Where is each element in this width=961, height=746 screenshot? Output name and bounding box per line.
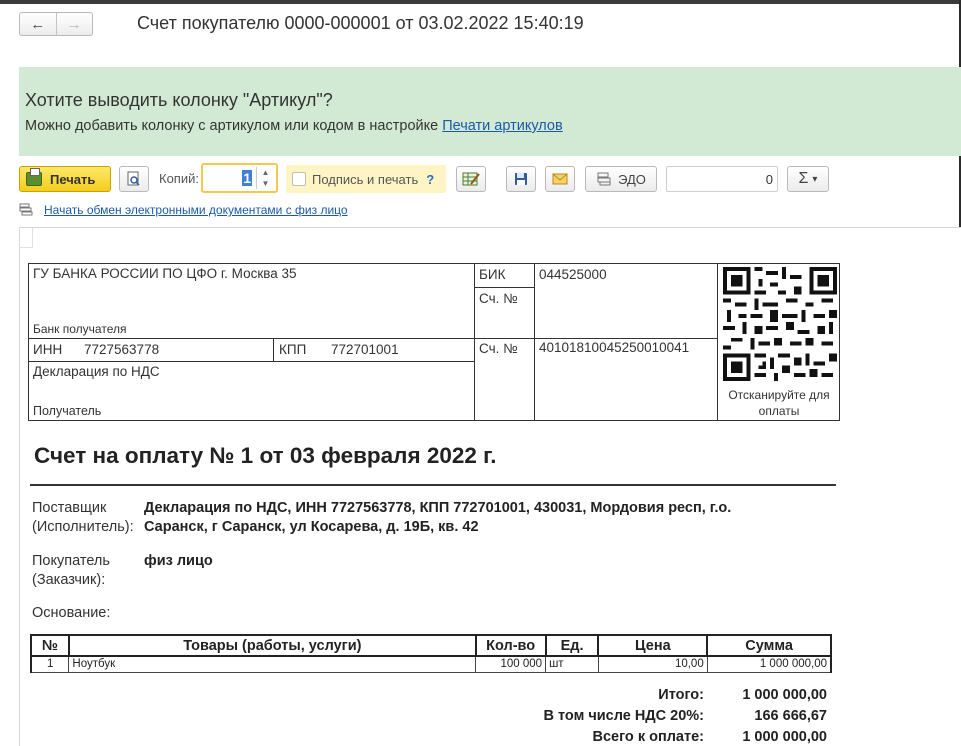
stepper-up-icon[interactable]: ▲ [262,168,270,177]
back-button[interactable]: ← [20,13,56,35]
vat-value: 166 666,67 [754,708,827,724]
send-email-button[interactable] [545,166,575,192]
total-value: 1 000 000,00 [742,687,827,703]
buyer-label-line-2: (Заказчик): [32,572,106,588]
sum-dropdown-button[interactable]: Σ ▾ [787,166,829,192]
bik-label: БИК [479,267,506,282]
forward-button[interactable]: → [55,13,93,35]
sigma-icon: Σ [798,170,809,187]
arrow-right-icon: → [66,15,82,33]
row-quantity: 100 000 [475,655,547,673]
supplier-value-line-2: Саранск, г Саранск, ул Косарева, д. 19Б,… [144,519,479,535]
qr-caption-line-1: Отсканируйте для [728,388,830,402]
col-header-price: Цена [597,634,709,657]
hint-banner: Хотите выводить колонку "Артикул"? Можно… [19,67,961,156]
buyer-value: физ лицо [144,553,213,569]
kpp-value: 772701001 [331,342,399,357]
bank-name: ГУ БАНКА РОССИИ ПО ЦФО г. Москва 35 [33,266,297,281]
items-table: № Товары (работы, услуги) Кол-во Ед. Цен… [30,634,832,673]
sum-field[interactable]: 0 [666,166,778,192]
col-header-unit: Ед. [544,634,600,657]
recipient-caption: Получатель [33,404,102,418]
due-label: Всего к оплате: [592,729,704,745]
bank-row-line-3 [474,287,534,288]
window-title: Счет покупателю 0000-000001 от 03.02.202… [137,13,584,33]
col-header-number: № [30,634,70,657]
payment-qr-code [723,267,837,381]
qr-caption-line-2: оплаты [758,404,800,418]
arrow-left-icon: ← [30,15,46,33]
chevron-down-icon: ▾ [812,173,818,185]
title-rule [30,484,836,486]
edo-exchange-icon [19,203,33,216]
copies-label: Копий: [159,171,199,186]
bank-divider-2 [534,263,535,421]
vat-label: В том числе НДС 20%: [543,708,705,724]
banner-text: Можно добавить колонку с артикулом или к… [25,118,563,134]
row-unit: шт [545,655,599,673]
basis-label: Основание: [32,605,111,621]
banner-heading: Хотите выводить колонку "Артикул"? [25,90,333,110]
checkbox-icon[interactable] [292,172,306,186]
preview-button[interactable] [119,166,149,192]
invoice-title: Счет на оплату № 1 от 03 февраля 2022 г. [34,443,497,468]
col-header-goods: Товары (работы, услуги) [67,634,477,657]
supplier-label-line-2: (Исполнитель): [32,519,134,535]
help-icon[interactable]: ? [426,172,434,187]
print-button[interactable]: Печать [19,166,111,192]
account-label: Сч. № [479,341,518,356]
edit-document-button[interactable] [456,166,486,192]
bank-caption: Банк получателя [33,322,127,336]
table-row: 1 Ноутбук 100 000 шт 10,00 1 000 000,00 [30,655,832,673]
copies-value-text: 1 [242,170,252,186]
bik-value: 044525000 [539,267,607,282]
total-label: Итого: [658,687,704,703]
print-button-label: Печать [50,171,96,187]
bank-row-line-1 [28,338,474,339]
stepper-down-icon[interactable]: ▼ [262,179,270,188]
buyer-label-line-1: Покупатель [32,553,110,569]
sign-and-stamp-label: Подпись и печать [312,171,419,187]
col-header-amount: Сумма [706,634,832,657]
article-print-settings-link[interactable]: Печати артикулов [442,118,562,134]
edo-exchange-icon [597,172,611,186]
row-amount: 1 000 000,00 [706,655,832,673]
recipient-name: Декларация по НДС [33,364,160,379]
sign-and-stamp-checkbox[interactable]: Подпись и печать ? [286,165,446,193]
bank-row-line-4 [474,338,717,339]
account-value: 40101810045250010041 [539,340,690,355]
sheet-corner-marker [19,228,33,248]
save-button[interactable] [506,166,536,192]
inn-label: ИНН [33,342,63,357]
banner-text-body: Можно добавить колонку с артикулом или к… [25,118,439,134]
window-top-border [0,0,961,4]
table-header-row: № Товары (работы, услуги) Кол-во Ед. Цен… [30,634,832,657]
bank-row-line-2 [28,361,474,362]
bank-divider-4 [273,338,274,362]
navigation-buttons: ← → [19,12,93,36]
printer-icon [26,168,42,186]
inn-value: 7727563778 [84,342,160,357]
start-edo-exchange-link[interactable]: Начать обмен электронными документами с … [44,203,348,217]
row-price: 10,00 [597,655,708,673]
supplier-value-line-1: Декларация по НДС, ИНН 7727563778, КПП 7… [144,500,732,516]
edo-exchange-row: Начать обмен электронными документами с … [19,203,348,217]
edo-button[interactable]: ЭДО [585,166,657,192]
due-value: 1 000 000,00 [742,729,827,745]
magnifier-page-icon [127,171,140,186]
row-number: 1 [30,655,70,673]
corr-account-label: Сч. № [479,291,518,306]
stepper-arrows[interactable]: ▲ ▼ [256,167,274,189]
envelope-icon [552,173,568,185]
copies-stepper[interactable]: 1 ▲ ▼ [201,163,278,193]
floppy-disk-icon [515,173,527,185]
copies-value[interactable]: 1 [207,169,252,188]
table-edit-icon [462,172,480,186]
kpp-label: КПП [279,342,307,357]
supplier-label-line-1: Поставщик [32,500,107,516]
row-goods: Ноутбук [68,655,477,673]
col-header-quantity: Кол-во [474,634,547,657]
edo-button-label: ЭДО [618,171,646,187]
